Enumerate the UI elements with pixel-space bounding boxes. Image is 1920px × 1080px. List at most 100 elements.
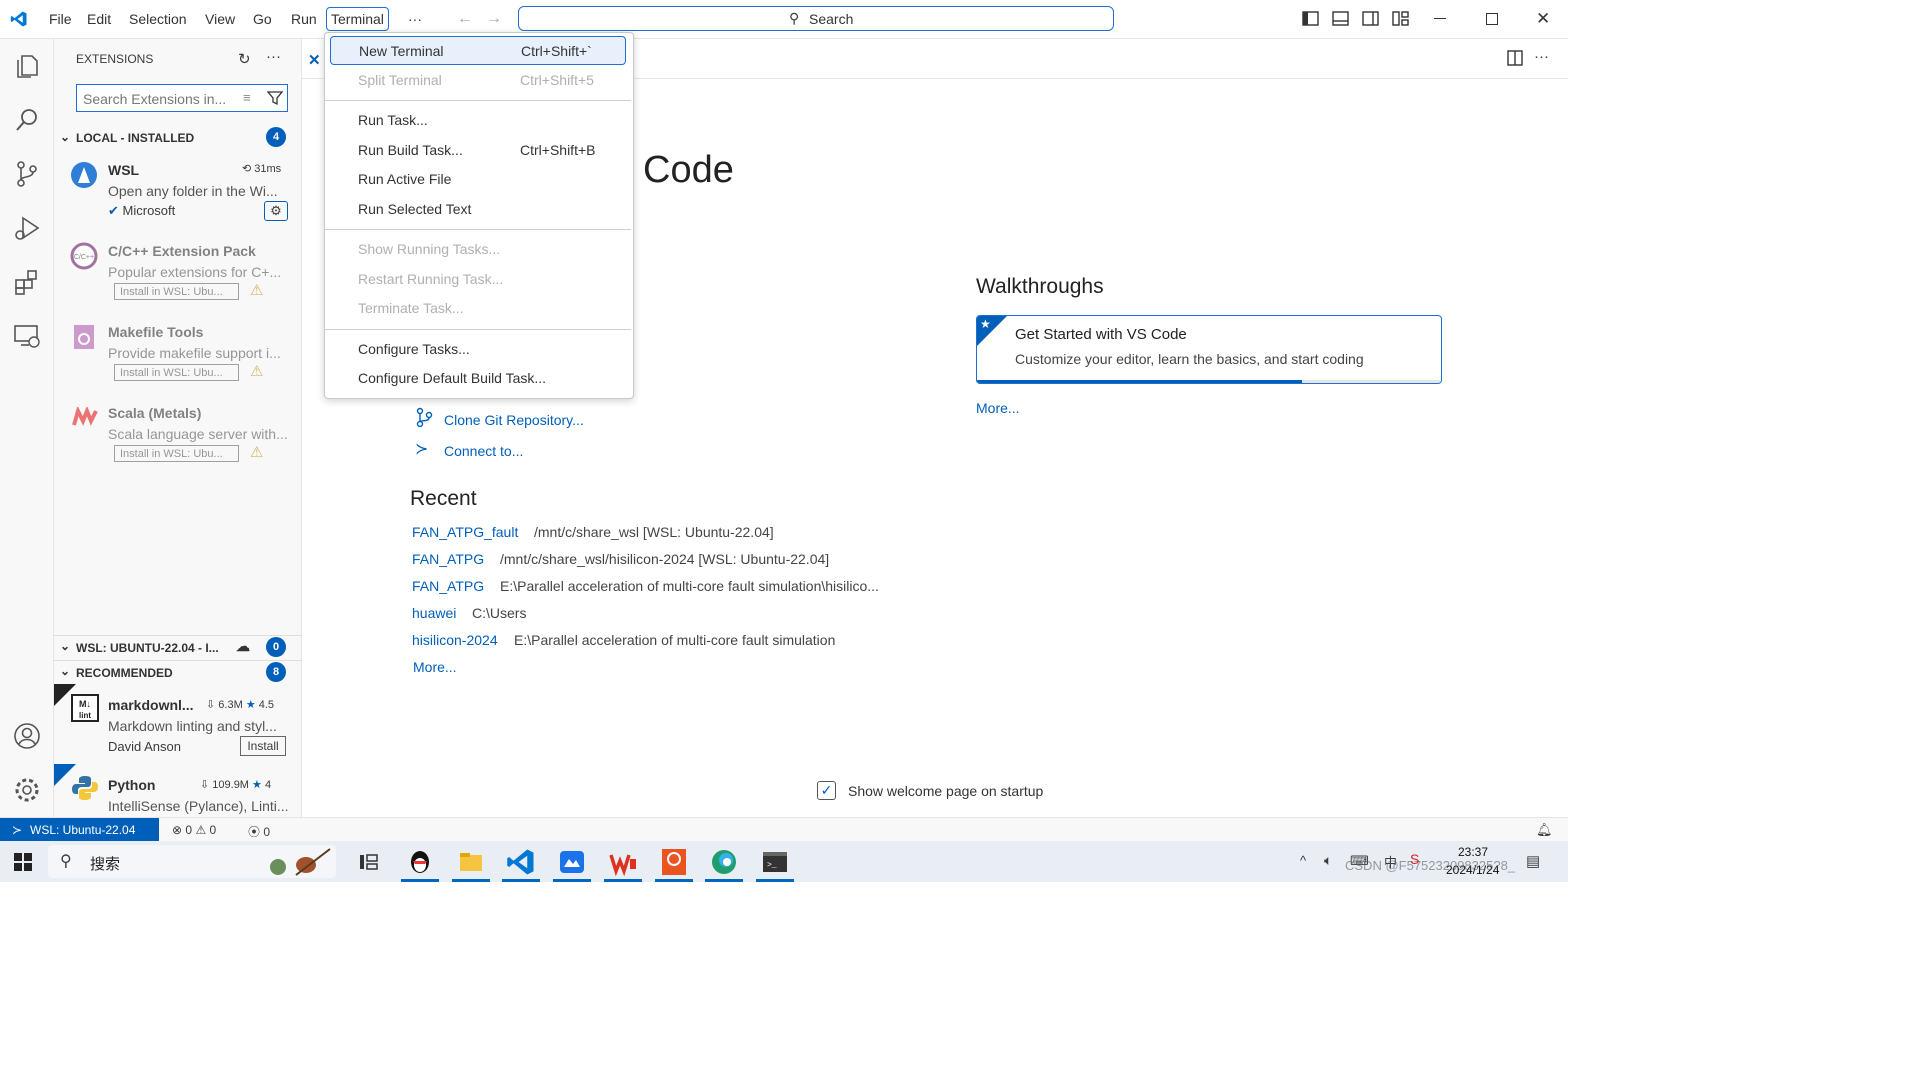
section-wsl-ubuntu[interactable]: ⌄ WSL: UBUNTU-22.04 - I... ☁ 0 (54, 635, 301, 658)
walkthrough-card-get-started[interactable]: ★ Get Started with VS Code Customize you… (976, 315, 1442, 384)
section-local-installed[interactable]: ⌄ LOCAL - INSTALLED 4 (54, 127, 301, 149)
vscode-taskbar-icon[interactable] (506, 847, 536, 877)
walkthrough-progress-fill (977, 380, 1302, 383)
source-control-icon[interactable] (12, 159, 42, 189)
manage-gear-icon[interactable] (12, 775, 42, 805)
notifications-bell-icon[interactable]: 🔔︎ (1536, 822, 1553, 838)
customize-layout-icon[interactable] (1392, 11, 1409, 26)
show-on-startup-checkbox[interactable]: ✓ (817, 781, 836, 800)
toggle-secondary-sidebar-icon[interactable] (1362, 11, 1379, 26)
section-recommended[interactable]: ⌄ RECOMMENDED 8 (54, 660, 301, 683)
more-actions-icon[interactable]: ··· (1534, 48, 1549, 65)
forward-arrow-icon[interactable]: → (486, 10, 502, 28)
run-debug-icon[interactable] (12, 213, 42, 243)
recent-item-name[interactable]: hisilicon-2024 (412, 632, 498, 648)
clear-filter-icon[interactable]: ≡ (243, 90, 251, 105)
extensions-icon[interactable] (12, 267, 42, 297)
extension-item-scala-metals[interactable]: Scala (Metals) Scala language server wit… (54, 401, 301, 471)
menu-item-new-terminal[interactable]: New Terminal Ctrl+Shift+` (330, 36, 626, 65)
more-actions-icon[interactable]: ··· (266, 48, 281, 65)
extension-item-wsl[interactable]: WSL ⟲ 31ms Open any folder in the Wi... … (54, 157, 301, 227)
extension-item-cpp-pack[interactable]: C/C++ C/C++ Extension Pack Popular exten… (54, 239, 301, 309)
restore-icon[interactable] (1486, 13, 1498, 25)
wps-office-icon[interactable] (608, 847, 638, 877)
menu-selection[interactable]: Selection (125, 7, 191, 31)
recent-item-name[interactable]: FAN_ATPG (412, 578, 484, 594)
file-explorer-icon[interactable] (456, 847, 486, 877)
install-button[interactable]: Install (240, 736, 286, 756)
search-icon[interactable] (12, 105, 42, 135)
menu-go[interactable]: Go (249, 7, 276, 31)
svg-text:C/C++: C/C++ (74, 254, 94, 261)
windows-start-icon[interactable] (14, 853, 32, 871)
csdn-watermark: CSDN @F575232098325?8_ (1345, 858, 1516, 873)
filter-icon[interactable] (267, 90, 283, 106)
remote-indicator[interactable]: ≻ WSL: Ubuntu-22.04 (0, 818, 159, 842)
recent-item-name[interactable]: FAN_ATPG (412, 551, 484, 567)
extension-item-python[interactable]: Python ⇩ 109.9M ★ 4 IntelliSense (Pylanc… (54, 764, 301, 816)
toggle-primary-sidebar-icon[interactable] (1302, 11, 1319, 26)
menu-item-run-task[interactable]: Run Task... (330, 106, 626, 135)
explorer-icon[interactable] (12, 51, 42, 81)
notification-center-icon[interactable]: ▤ (1526, 852, 1540, 870)
search-highlight-violin-icon (266, 847, 332, 877)
extension-item-makefile-tools[interactable]: Makefile Tools Provide makefile support … (54, 320, 301, 390)
recent-item-name[interactable]: FAN_ATPG_fault (412, 524, 518, 540)
show-on-startup-label: Show welcome page on startup (848, 783, 1044, 799)
ubuntu-app-icon[interactable] (659, 847, 689, 877)
clock-time[interactable]: 23:37 (1458, 845, 1488, 859)
edge-browser-icon[interactable] (709, 847, 739, 877)
walkthroughs-heading: Walkthroughs (976, 275, 1104, 298)
ports-indicator[interactable]: ⦿ 0 (248, 823, 270, 840)
walkthroughs-more-link[interactable]: More... (976, 400, 1020, 416)
split-editor-icon[interactable] (1507, 50, 1523, 66)
lark-meeting-icon[interactable] (557, 847, 587, 877)
minimize-icon[interactable] (1434, 18, 1446, 19)
close-icon[interactable]: ✕ (1536, 9, 1550, 29)
clone-git-repository-link[interactable]: Clone Git Repository... (444, 412, 584, 428)
speaker-icon[interactable]: 🔈︎ (1324, 852, 1332, 869)
terminal-app-icon[interactable]: >_ (760, 847, 790, 877)
accounts-icon[interactable] (12, 721, 42, 751)
chevron-up-icon[interactable]: ^ (1300, 853, 1306, 868)
menu-file[interactable]: File (45, 7, 76, 31)
cloud-download-icon[interactable]: ☁ (236, 638, 250, 655)
menu-edit[interactable]: Edit (83, 7, 115, 31)
command-center-search[interactable]: ⚲ Search (518, 6, 1114, 31)
walkthrough-title: Get Started with VS Code (1015, 326, 1187, 343)
svg-text:M↓: M↓ (79, 699, 91, 709)
recent-item-name[interactable]: huawei (412, 605, 456, 621)
remote-explorer-icon[interactable] (12, 321, 42, 351)
back-arrow-icon[interactable]: ← (457, 10, 473, 28)
recent-item-path: E:\Parallel acceleration of multi-core f… (514, 632, 836, 648)
extensions-search-input[interactable]: Search Extensions in... ≡ (76, 84, 288, 112)
toggle-panel-icon[interactable] (1332, 11, 1349, 26)
menu-item-run-build-task[interactable]: Run Build Task... Ctrl+Shift+B (330, 136, 626, 165)
install-in-wsl-button[interactable]: Install in WSL: Ubu... (114, 283, 239, 300)
problems-indicator[interactable]: ⊗ 0 ⚠ 0 (172, 823, 216, 837)
menu-run[interactable]: Run (287, 7, 321, 31)
warning-icon: ⚠ (250, 363, 264, 380)
install-in-wsl-button[interactable]: Install in WSL: Ubu... (114, 364, 239, 381)
task-view-icon[interactable] (354, 847, 384, 877)
menu-item-configure-default-build-task[interactable]: Configure Default Build Task... (330, 364, 626, 393)
welcome-tab-icon[interactable]: ✕ (308, 51, 321, 69)
extension-item-markdownlint[interactable]: M↓ lint markdownl... ⇩ 6.3M ★ 4.5 Markdow… (54, 684, 301, 756)
install-in-wsl-button[interactable]: Install in WSL: Ubu... (114, 445, 239, 462)
recent-more-link[interactable]: More... (413, 659, 457, 675)
tux-linux-icon (70, 161, 98, 189)
menu-item-label: Split Terminal (358, 71, 442, 88)
taskbar-search-box[interactable]: ⚲ 搜索 (48, 845, 336, 878)
menu-terminal[interactable]: Terminal (326, 7, 389, 31)
running-indicator (452, 879, 490, 882)
connect-to-link[interactable]: Connect to... (444, 443, 523, 459)
qq-penguin-icon[interactable] (405, 847, 435, 877)
menu-view[interactable]: View (201, 7, 239, 31)
refresh-icon[interactable]: ↻ (238, 50, 251, 68)
menu-item-configure-tasks[interactable]: Configure Tasks... (330, 335, 626, 364)
menu-item-run-selected-text[interactable]: Run Selected Text (330, 195, 626, 224)
verified-icon: ✔ (108, 203, 119, 218)
manage-gear-icon[interactable]: ⚙ (264, 201, 288, 221)
menu-item-run-active-file[interactable]: Run Active File (330, 165, 626, 194)
more-menus-icon[interactable]: ··· (404, 7, 426, 31)
